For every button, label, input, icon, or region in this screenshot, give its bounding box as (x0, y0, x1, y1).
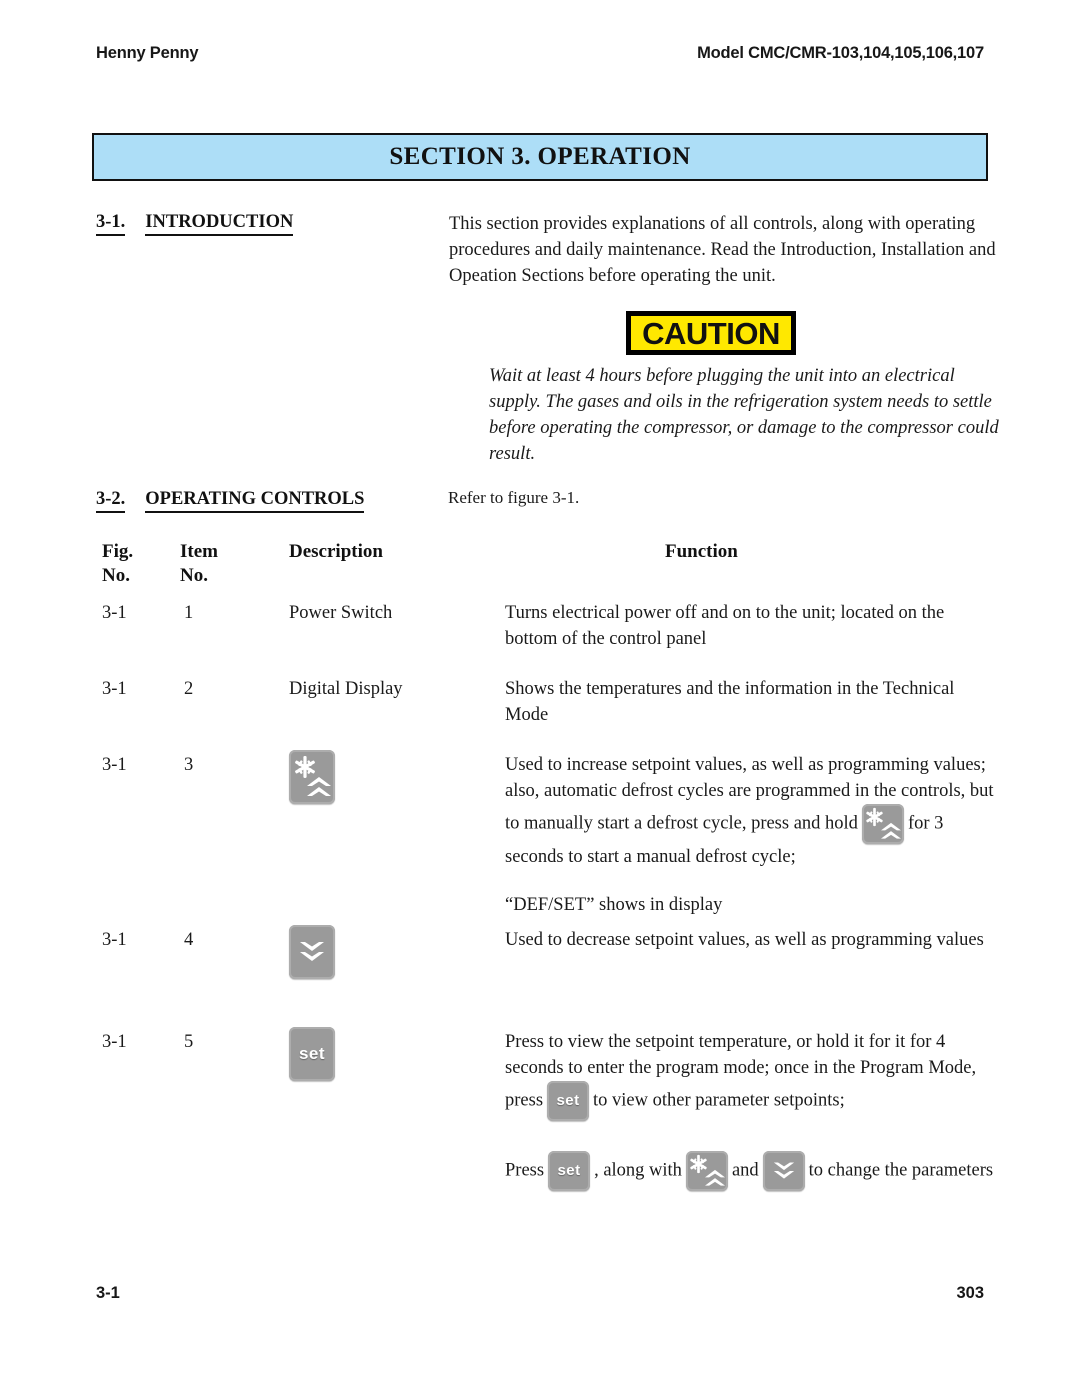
row-description: set (289, 1027, 469, 1081)
row-function-text-part3: “DEF/SET” shows in display (505, 895, 723, 915)
heading-operating-controls: 3-2. OPERATING CONTROLS (96, 489, 365, 513)
heading-operating-controls-label: OPERATING CONTROLS (145, 489, 365, 513)
row-description (289, 750, 469, 804)
table-row: 3-1 4 Used to decrease setpoint values, … (96, 925, 996, 1029)
row-item-no: 4 (184, 930, 194, 950)
table-header-row: Fig. No. Item No. Description Function (96, 540, 996, 600)
set-key-icon[interactable]: set (548, 1151, 591, 1191)
footer-page-number: 303 (956, 1284, 984, 1302)
row-function-text-part3b: , along with (594, 1160, 682, 1181)
table-row: 3-1 2 Digital Display Shows the temperat… (96, 676, 996, 752)
down-arrow-key-icon[interactable] (289, 925, 335, 979)
set-key-label: set (556, 1092, 580, 1109)
table-row: 3-1 3 Used to increase setpoint values, … (96, 750, 996, 927)
defrost-up-key-icon[interactable] (289, 750, 335, 804)
row-description: Power Switch (289, 603, 393, 623)
defrost-up-key-icon[interactable] (861, 804, 904, 844)
caution-text: Wait at least 4 hours before plugging th… (489, 366, 999, 464)
table-header-item-no: Item No. (180, 541, 218, 586)
row-item-no: 2 (184, 679, 194, 699)
row-fig-no: 3-1 (102, 1032, 127, 1052)
refer-to-figure-note: Refer to figure 3-1. (448, 488, 580, 507)
page-footer: 3-1 303 (96, 1284, 984, 1303)
row-fig-no: 3-1 (102, 603, 127, 623)
footer-page-label: 3-1 (96, 1284, 120, 1302)
row-fig-no: 3-1 (102, 930, 127, 950)
row-function-text-part3a: Press (505, 1160, 545, 1181)
header-model-numbers: Model CMC/CMR-103,104,105,106,107 (697, 44, 984, 62)
defrost-up-key-icon[interactable] (685, 1151, 728, 1191)
header-company-name: Henny Penny (96, 44, 199, 62)
section-banner-title: SECTION 3. OPERATION (389, 143, 691, 170)
table-row: 3-1 1 Power Switch Turns electrical powe… (96, 600, 996, 676)
row-function-text-part3d: to change the parameters (808, 1160, 994, 1181)
row-item-no: 3 (184, 755, 194, 775)
caution-word: CAUTION (642, 315, 780, 351)
row-description: Digital Display (289, 679, 403, 699)
row-description (289, 925, 469, 979)
row-function: Press to view the setpoint temperature, … (505, 1029, 996, 1191)
row-function: Turns electrical power off and on to the… (505, 603, 945, 649)
row-function: Shows the temperatures and the informati… (505, 679, 955, 725)
row-function-text-part2: to view other parameter setpoints; (593, 1090, 845, 1111)
section-banner: SECTION 3. OPERATION (92, 133, 988, 181)
set-key-icon[interactable]: set (289, 1027, 335, 1081)
introduction-body-text: This section provides explanations of al… (449, 214, 996, 286)
table-header-fig-no: Fig. No. (102, 541, 134, 586)
row-item-no: 5 (184, 1032, 194, 1052)
set-key-label: set (557, 1162, 581, 1179)
set-key-label: set (298, 1044, 326, 1063)
row-fig-no: 3-1 (102, 755, 127, 775)
down-arrow-key-icon[interactable] (762, 1151, 805, 1191)
heading-introduction: 3-1. INTRODUCTION (96, 212, 294, 236)
row-function: Used to increase setpoint values, as wel… (505, 752, 996, 918)
set-key-icon[interactable]: set (547, 1081, 590, 1121)
row-function-text-part3c: and (731, 1160, 759, 1181)
page-header: Henny Penny Model CMC/CMR-103,104,105,10… (96, 44, 984, 63)
heading-introduction-label: INTRODUCTION (145, 212, 294, 236)
row-fig-no: 3-1 (102, 679, 127, 699)
row-function: Used to decrease setpoint values, as wel… (505, 930, 984, 950)
table-row: 3-1 5 set Press to view the setpoint tem… (96, 1027, 996, 1229)
heading-introduction-number: 3-1. (96, 212, 126, 236)
heading-operating-controls-number: 3-2. (96, 489, 126, 513)
table-header-description: Description (289, 541, 383, 562)
table-header-function: Function (665, 541, 738, 562)
caution-banner: CAUTION (626, 311, 796, 355)
operating-controls-table: Fig. No. Item No. Description Function 3… (96, 540, 996, 1229)
row-item-no: 1 (184, 603, 194, 623)
